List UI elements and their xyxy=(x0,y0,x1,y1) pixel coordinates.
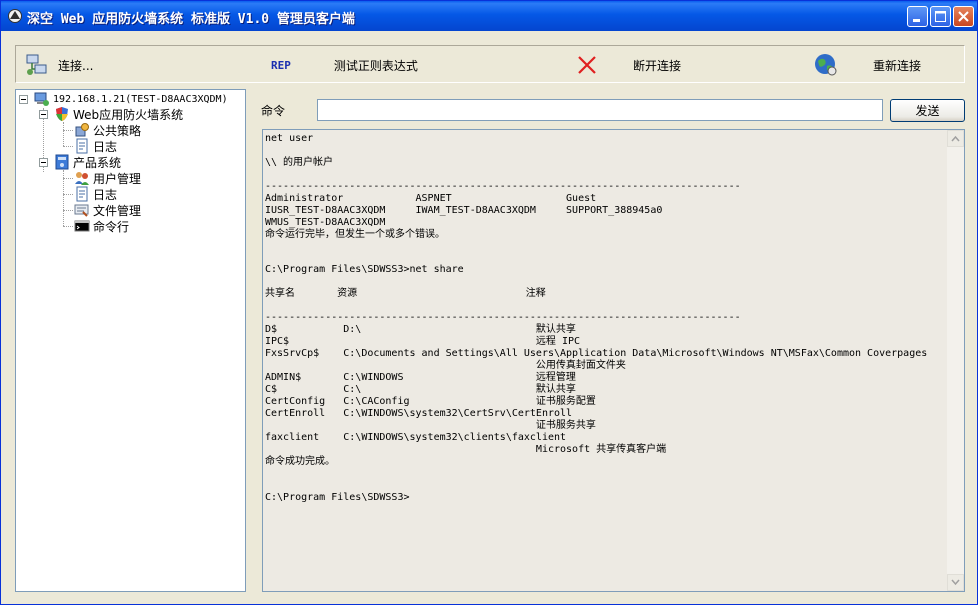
log-document-icon xyxy=(76,186,88,202)
tree-root-label: 192.168.1.21(TEST-D8AAC3XQDM) xyxy=(53,93,228,105)
reconnect-label: 重新连接 xyxy=(873,58,922,73)
tree-line xyxy=(63,146,73,148)
send-button[interactable]: 发送 xyxy=(890,99,965,122)
output-line: 公用传真封面文件夹 xyxy=(265,360,626,372)
tree-line xyxy=(63,210,73,212)
tree-item-label: 公共策略 xyxy=(93,123,142,138)
connect-button[interactable]: 连接... xyxy=(24,52,93,78)
tree-item-label: 日志 xyxy=(93,187,118,202)
output-line: Administrator ASPNET Guest xyxy=(265,192,597,204)
output-line: Microsoft 共享传真客户端 xyxy=(265,443,667,455)
tree-item-user-management[interactable]: 用户管理 xyxy=(74,170,141,186)
tree-collapse-toggle[interactable] xyxy=(19,95,28,104)
disconnect-button[interactable]: 断开连接 xyxy=(576,52,681,78)
output-line: net user xyxy=(265,133,314,144)
vertical-scrollbar[interactable] xyxy=(947,130,964,591)
output-line: 共享名 资源 注释 xyxy=(265,288,546,300)
chevron-up-icon xyxy=(951,135,960,142)
tree-item-label: 命令行 xyxy=(93,217,130,235)
shield-icon xyxy=(56,107,68,121)
output-line: C$ C:\ 默认共享 xyxy=(265,384,576,396)
policy-icon xyxy=(75,123,89,137)
scroll-up-button[interactable] xyxy=(947,130,964,147)
chevron-down-icon xyxy=(951,579,960,586)
command-output[interactable]: net user \\ 的用户帐户 ----------------------… xyxy=(262,129,965,592)
output-line: CertEnroll C:\WINDOWS\system32\CertSrv\C… xyxy=(265,407,573,419)
tree-line xyxy=(63,122,65,146)
tree-item-label: 产品系统 xyxy=(73,155,122,170)
tree-item-file-management[interactable]: 文件管理 xyxy=(74,202,141,218)
connect-label: 连接... xyxy=(58,58,94,73)
output-line: C:\Program Files\SDWSS3>net share xyxy=(265,264,464,276)
tree-item-label: 用户管理 xyxy=(93,171,142,186)
output-line: D$ D:\ 默认共享 xyxy=(265,324,576,336)
maximize-button[interactable] xyxy=(930,6,951,27)
output-line: ----------------------------------------… xyxy=(265,180,741,192)
app-icon xyxy=(8,9,22,23)
toolbar: 连接... REP 测试正则表达式 断开连接 重新连接 xyxy=(15,45,965,83)
output-line: IUSR_TEST-D8AAC3XQDM IWAM_TEST-D8AAC3XQD… xyxy=(265,204,663,216)
tree-item-public-policy[interactable]: 公共策略 xyxy=(74,122,141,138)
tree-collapse-toggle[interactable] xyxy=(39,158,48,167)
test-regex-label: 测试正则表达式 xyxy=(333,58,418,73)
output-line: 证书服务共享 xyxy=(265,419,596,431)
tree-item-command-line[interactable]: 命令行 xyxy=(74,217,130,235)
window-title: 深空 Web 应用防火墙系统 标准版 V1.0 管理员客户端 xyxy=(27,12,355,27)
output-line: faxclient C:\WINDOWS\system32\clients\fa… xyxy=(265,431,567,443)
tree-item-label: 文件管理 xyxy=(93,203,142,218)
command-prompt-icon xyxy=(74,220,90,232)
tree-line xyxy=(63,226,73,228)
output-line: 命令运行完毕，但发生一个或多个错误。 xyxy=(265,228,445,240)
file-management-icon xyxy=(74,204,89,217)
tree-item-label: 日志 xyxy=(93,139,118,154)
maximize-icon xyxy=(935,11,946,22)
tree-item-waf-system[interactable]: Web应用防火墙系统 xyxy=(54,106,183,122)
output-line: 命令成功完成。 xyxy=(265,455,335,467)
output-line: ----------------------------------------… xyxy=(265,312,741,324)
output-line: \\ 的用户帐户 xyxy=(265,156,334,168)
reconnect-button[interactable]: 重新连接 xyxy=(813,52,921,78)
output-line: WMUS_TEST-D8AAC3XQDM xyxy=(265,216,386,228)
navigation-tree: 192.168.1.21(TEST-D8AAC3XQDM) Web应用防火墙系统… xyxy=(15,89,246,592)
rep-icon: REP xyxy=(271,58,291,72)
tree-item-product-log[interactable]: 日志 xyxy=(74,186,117,202)
output-line: C:\Program Files\SDWSS3> xyxy=(265,491,410,503)
tree-collapse-toggle[interactable] xyxy=(39,110,48,119)
command-input[interactable] xyxy=(317,99,883,121)
tree-item-label: Web应用防火墙系统 xyxy=(73,107,184,122)
users-icon xyxy=(75,172,89,185)
output-line: CertConfig C:\CAConfig 证书服务配置 xyxy=(265,395,596,407)
globe-reconnect-icon xyxy=(815,54,837,76)
disconnect-x-icon xyxy=(578,56,596,74)
scroll-down-button[interactable] xyxy=(947,574,964,591)
output-line: ADMIN$ C:\WINDOWS 远程管理 xyxy=(265,372,576,384)
command-output-text: net user \\ 的用户帐户 ----------------------… xyxy=(265,133,945,504)
log-document-icon xyxy=(76,138,88,154)
network-connect-icon xyxy=(26,54,47,75)
tree-line xyxy=(63,178,73,180)
command-label: 命令 xyxy=(261,104,286,118)
tree-item-waf-log[interactable]: 日志 xyxy=(74,138,117,154)
minimize-button[interactable] xyxy=(907,6,928,27)
tree-line xyxy=(63,194,73,196)
test-regex-button[interactable]: REP 测试正则表达式 xyxy=(271,52,418,78)
title-bar[interactable]: 深空 Web 应用防火墙系统 标准版 V1.0 管理员客户端 xyxy=(1,1,977,31)
tree-item-product-system[interactable]: 产品系统 xyxy=(54,154,121,170)
disconnect-label: 断开连接 xyxy=(633,58,682,73)
minimize-icon xyxy=(913,19,920,22)
close-icon xyxy=(958,11,969,22)
product-system-icon xyxy=(55,154,69,170)
tree-line xyxy=(63,130,73,132)
output-line: FxsSrvCp$ C:\Documents and Settings\All … xyxy=(265,348,928,360)
main-window: 深空 Web 应用防火墙系统 标准版 V1.0 管理员客户端 连接... REP… xyxy=(0,0,978,605)
output-line: IPC$ 远程 IPC xyxy=(265,336,581,348)
close-button[interactable] xyxy=(953,6,974,27)
server-computer-icon xyxy=(34,92,49,106)
